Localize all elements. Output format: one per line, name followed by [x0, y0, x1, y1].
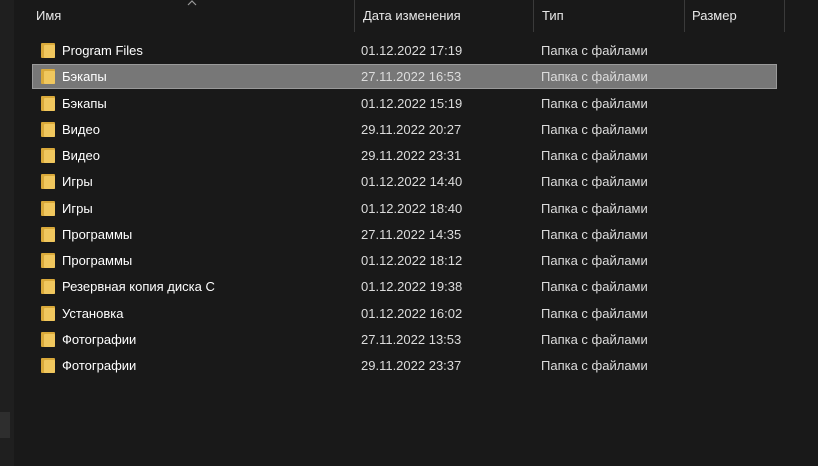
folder-date-modified: 27.11.2022 14:35: [361, 227, 462, 242]
folder-name: Игры: [62, 174, 93, 189]
folder-row[interactable]: Program Files 01.12.2022 17:19 Папка с фай…: [32, 38, 777, 63]
folder-icon: [41, 332, 55, 347]
folder-icon: [41, 253, 55, 268]
folder-name: Программы: [62, 227, 133, 242]
folder-date-modified: 27.11.2022 16:53: [361, 69, 462, 84]
folder-type: Папка с файлами: [541, 306, 648, 321]
folder-type: Папка с файлами: [541, 201, 648, 216]
column-header-name[interactable]: Имя: [36, 0, 61, 32]
column-header-size[interactable]: Размер: [692, 0, 737, 32]
folder-row[interactable]: Программы 27.11.2022 14:35 Папка с файлами: [32, 222, 777, 247]
folder-row[interactable]: Программы 01.12.2022 18:12 Папка с файлами: [32, 248, 777, 273]
column-divider[interactable]: [684, 0, 685, 32]
folder-type: Папка с файлами: [541, 332, 648, 347]
column-divider[interactable]: [533, 0, 534, 32]
folder-date-modified: 01.12.2022 14:40: [361, 174, 463, 189]
column-header-type[interactable]: Тип: [542, 0, 564, 32]
folder-row[interactable]: Видео 29.11.2022 20:27 Папка с файлами: [32, 117, 777, 142]
folder-type: Папка с файлами: [541, 122, 648, 137]
folder-name: Видео: [62, 148, 100, 163]
folder-type: Папка с файлами: [541, 358, 648, 373]
folder-date-modified: 01.12.2022 19:38: [361, 279, 463, 294]
folder-icon: [41, 43, 55, 58]
folder-name: Установка: [62, 306, 124, 321]
folder-icon: [41, 306, 55, 321]
folder-date-modified: 01.12.2022 17:19: [361, 43, 463, 58]
column-divider[interactable]: [784, 0, 785, 32]
folder-row[interactable]: Бэкапы 01.12.2022 15:19 Папка с файлами: [32, 91, 777, 116]
folder-name: Резервная копия диска C: [62, 279, 215, 294]
navigation-pane-edge: [0, 0, 14, 466]
folder-icon: [41, 148, 55, 163]
folder-row[interactable]: Фотографии 27.11.2022 13:53 Папка с файлам…: [32, 327, 777, 352]
folder-name: Игры: [62, 201, 93, 216]
folder-date-modified: 29.11.2022 23:37: [361, 358, 462, 373]
sort-ascending-icon: [187, 0, 197, 6]
folder-type: Папка с файлами: [541, 69, 648, 84]
folder-icon: [41, 201, 55, 216]
column-header-date[interactable]: Дата изменения: [363, 0, 461, 32]
folder-icon: [41, 96, 55, 111]
folder-date-modified: 29.11.2022 20:27: [361, 122, 462, 137]
folder-date-modified: 01.12.2022 18:40: [361, 201, 463, 216]
folder-row[interactable]: Игры 01.12.2022 18:40 Папка с файлами: [32, 196, 777, 221]
folder-row[interactable]: Бэкапы 27.11.2022 16:53 Папка с файлами: [32, 64, 777, 89]
folder-row[interactable]: Фотографии 29.11.2022 23:37 Папка с файлам…: [32, 353, 777, 378]
folder-row[interactable]: Игры 01.12.2022 14:40 Папка с файлами: [32, 169, 777, 194]
folder-date-modified: 01.12.2022 16:02: [361, 306, 463, 321]
folder-type: Папка с файлами: [541, 279, 648, 294]
folder-type: Папка с файлами: [541, 148, 648, 163]
folder-type: Папка с файлами: [541, 96, 648, 111]
folder-name: Фотографии: [62, 358, 137, 373]
folder-row[interactable]: Резервная копия диска C 01.12.2022 19:38 П…: [32, 274, 777, 299]
folder-type: Папка с файлами: [541, 227, 648, 242]
folder-icon: [41, 122, 55, 137]
folder-date-modified: 29.11.2022 23:31: [361, 148, 462, 163]
folder-type: Папка с файлами: [541, 253, 648, 268]
folder-name: Бэкапы: [62, 96, 107, 111]
folder-type: Папка с файлами: [541, 174, 648, 189]
folder-date-modified: 27.11.2022 13:53: [361, 332, 462, 347]
folder-date-modified: 01.12.2022 15:19: [361, 96, 463, 111]
folder-icon: [41, 279, 55, 294]
folder-row[interactable]: Установка 01.12.2022 16:02 Папка с файлами: [32, 301, 777, 326]
folder-name: Видео: [62, 122, 100, 137]
file-list-view: Имя Дата изменения Тип Размер Program Fi…: [14, 0, 818, 466]
folder-row[interactable]: Видео 29.11.2022 23:31 Папка с файлами: [32, 143, 777, 168]
folder-icon: [41, 69, 55, 84]
folder-icon: [41, 227, 55, 242]
folder-name: Фотографии: [62, 332, 137, 347]
folder-type: Папка с файлами: [541, 43, 648, 58]
folder-name: Бэкапы: [62, 69, 107, 84]
folder-icon: [41, 174, 55, 189]
folder-icon: [41, 358, 55, 373]
column-header-bar: Имя Дата изменения Тип Размер: [14, 0, 818, 32]
folder-name: Программы: [62, 253, 133, 268]
column-divider[interactable]: [354, 0, 355, 32]
folder-name: Program Files: [62, 43, 143, 58]
navigation-pane-scroll-mark[interactable]: [0, 412, 10, 438]
folder-date-modified: 01.12.2022 18:12: [361, 253, 463, 268]
